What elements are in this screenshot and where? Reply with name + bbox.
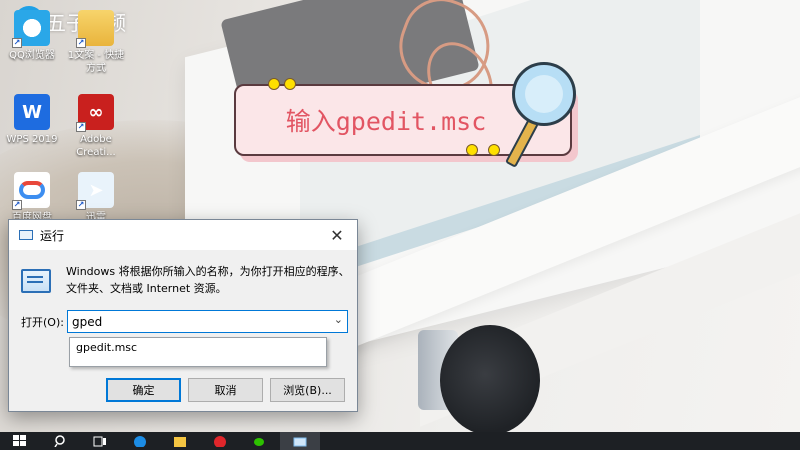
banner-dot-icon xyxy=(488,144,500,156)
open-label: 打开(O): xyxy=(21,315,64,329)
browse-button[interactable]: 浏览(B)... xyxy=(270,378,345,402)
shortcut-arrow-icon: ↗ xyxy=(76,122,86,132)
qq-browser-icon: ↗ xyxy=(12,10,50,48)
autocomplete-dropdown: gpedit.msc xyxy=(69,337,327,367)
wps-icon: W xyxy=(14,94,50,130)
dialog-description: Windows 将根据你所输入的名称，为你打开相应的程序、文件夹、文档或 Int… xyxy=(66,265,350,295)
banner-dot-icon xyxy=(268,78,280,90)
shortcut-arrow-icon: ↗ xyxy=(76,200,86,210)
run-program-icon xyxy=(21,269,51,293)
dialog-titlebar[interactable]: 运行 ✕ xyxy=(9,220,357,250)
adobe-icon: ∞ ↗ xyxy=(76,94,114,132)
start-button[interactable] xyxy=(0,432,40,450)
desktop-icon-label: Adobe Creati... xyxy=(76,134,116,158)
ok-button[interactable]: 确定 xyxy=(106,378,181,402)
magnifier-icon xyxy=(512,62,576,126)
desktop: 五子视频 ↗ QQ浏览器 ↗ 1文案 - 快捷 方式 W WPS 2019 ∞ … xyxy=(0,0,800,432)
run-icon xyxy=(293,437,307,447)
autocomplete-item[interactable]: gpedit.msc xyxy=(70,338,326,357)
file-explorer-icon xyxy=(174,437,186,447)
desktop-icon-label: WPS 2019 xyxy=(6,134,58,145)
taskbar-run[interactable] xyxy=(280,432,320,450)
wechat-icon xyxy=(254,438,264,446)
open-combobox[interactable]: ⌄ xyxy=(67,310,348,333)
desktop-icon-folder[interactable]: ↗ 1文案 - 快捷 方式 xyxy=(64,10,128,75)
baidu-netdisk-icon: ↗ xyxy=(12,172,50,210)
task-view-icon xyxy=(93,436,106,447)
desktop-icon-xunlei[interactable]: ➤ ↗ 迅雷 xyxy=(64,172,128,224)
taskbar-wechat[interactable] xyxy=(240,432,280,450)
desktop-icon-qq-browser[interactable]: ↗ QQ浏览器 xyxy=(0,10,64,62)
run-icon xyxy=(19,230,33,240)
folder-icon: ↗ xyxy=(76,10,114,48)
banner-dot-icon xyxy=(466,144,478,156)
open-input[interactable] xyxy=(68,311,318,332)
desktop-icon-wps[interactable]: W WPS 2019 xyxy=(0,94,64,146)
taskbar-browser[interactable] xyxy=(120,432,160,450)
start-icon xyxy=(13,435,26,446)
banner-dot-icon xyxy=(284,78,296,90)
chevron-down-icon[interactable]: ⌄ xyxy=(334,313,343,326)
run-dialog: 运行 ✕ Windows 将根据你所输入的名称，为你打开相应的程序、文件夹、文档… xyxy=(8,219,358,412)
netease-music-icon xyxy=(214,436,226,447)
close-button[interactable]: ✕ xyxy=(317,220,357,250)
desktop-icon-label: QQ浏览器 xyxy=(9,50,55,61)
background-wheel xyxy=(440,325,540,432)
xunlei-icon: ➤ ↗ xyxy=(76,172,114,210)
cancel-button[interactable]: 取消 xyxy=(188,378,263,402)
desktop-icon-adobe[interactable]: ∞ ↗ Adobe Creati... xyxy=(64,94,128,159)
browser-icon xyxy=(134,436,146,447)
task-view-button[interactable] xyxy=(80,432,120,450)
desktop-icon-baidu-netdisk[interactable]: ↗ 百度网盘 xyxy=(0,172,64,224)
desktop-icon-label: 1文案 - 快捷 方式 xyxy=(67,50,125,74)
taskbar-search-button[interactable] xyxy=(40,432,80,450)
taskbar-file-explorer[interactable] xyxy=(160,432,200,450)
taskbar xyxy=(0,432,800,450)
taskbar-netease-music[interactable] xyxy=(200,432,240,450)
search-icon xyxy=(54,435,65,447)
dialog-title: 运行 xyxy=(40,228,65,243)
shortcut-arrow-icon: ↗ xyxy=(12,200,22,210)
shortcut-arrow-icon: ↗ xyxy=(76,38,86,48)
shortcut-arrow-icon: ↗ xyxy=(12,38,22,48)
